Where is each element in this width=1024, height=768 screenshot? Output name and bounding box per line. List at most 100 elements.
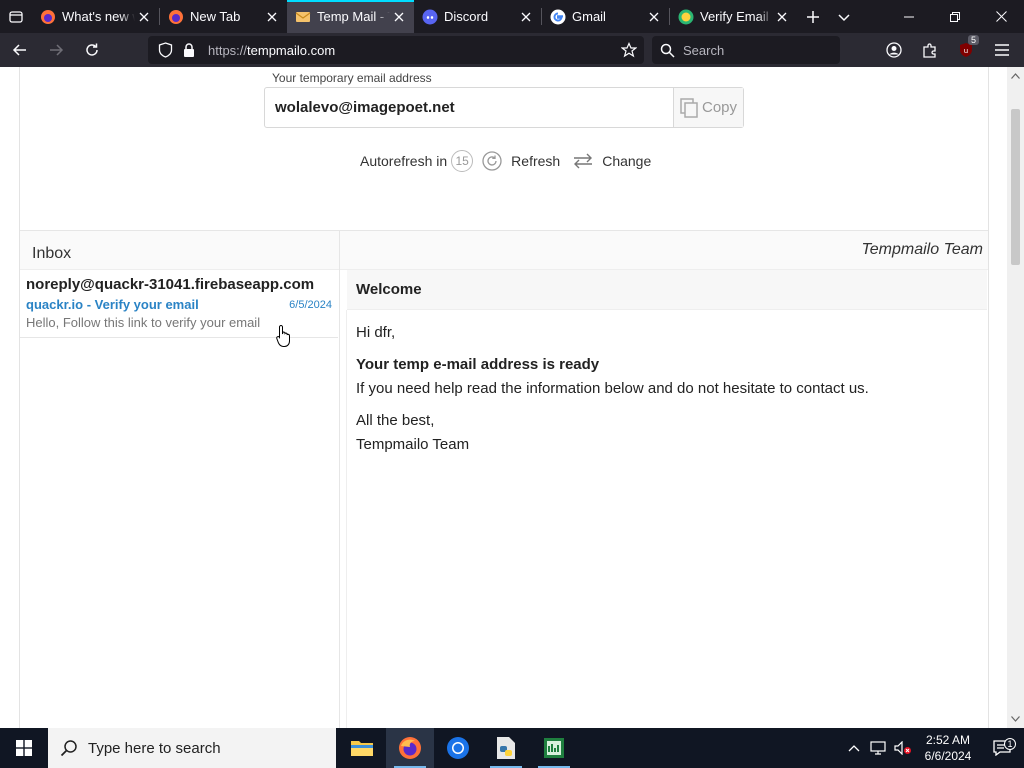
notification-count: 1 bbox=[1004, 738, 1016, 750]
close-tab-icon[interactable] bbox=[390, 8, 408, 26]
copy-icon bbox=[680, 97, 698, 118]
copy-button[interactable]: Copy bbox=[673, 88, 743, 127]
firefox-view-icon bbox=[9, 10, 23, 23]
reload-button[interactable] bbox=[76, 34, 108, 66]
search-bar[interactable]: Search bbox=[652, 36, 840, 64]
tab-strip: What's new with Firefox New Tab Temp Mai… bbox=[0, 0, 1024, 33]
system-tray: 2:52 AM 6/6/2024 1 bbox=[842, 728, 1024, 768]
action-center-button[interactable]: 1 bbox=[980, 738, 1024, 756]
extensions-button[interactable] bbox=[912, 33, 948, 67]
tab-title: What's new with Firefox bbox=[62, 9, 135, 24]
restore-button[interactable] bbox=[932, 0, 978, 33]
tab-new-tab[interactable]: New Tab bbox=[160, 0, 287, 33]
svg-text:u: u bbox=[964, 47, 968, 55]
show-hidden-icons-button[interactable] bbox=[842, 744, 866, 752]
tab-title: Verify Email | Quackr bbox=[700, 9, 773, 24]
change-button[interactable]: Change bbox=[572, 152, 651, 170]
app-menu-button[interactable] bbox=[984, 33, 1020, 67]
refresh-button[interactable]: Refresh bbox=[481, 150, 560, 172]
ublock-badge: 5 bbox=[967, 35, 979, 45]
taskbar-spreadsheet[interactable] bbox=[530, 728, 578, 768]
close-icon bbox=[995, 11, 1007, 22]
tab-verify-email[interactable]: Verify Email | Quackr bbox=[670, 0, 797, 33]
copy-label: Copy bbox=[701, 99, 738, 116]
envelope-icon bbox=[295, 9, 311, 25]
message-pane-border bbox=[346, 310, 347, 728]
close-tab-icon[interactable] bbox=[773, 8, 791, 26]
scrollbar-thumb[interactable] bbox=[1011, 109, 1020, 265]
ublock-button[interactable]: u 5 bbox=[948, 33, 984, 67]
url-text: https://tempmailo.com bbox=[208, 43, 614, 58]
back-button[interactable] bbox=[4, 34, 36, 66]
autorefresh-countdown: 15 bbox=[451, 150, 474, 172]
taskbar-search-box[interactable]: Type here to search bbox=[48, 728, 336, 768]
tab-discord[interactable]: Discord bbox=[414, 0, 541, 33]
lock-icon[interactable] bbox=[178, 42, 200, 58]
mail-subject: quackr.io - Verify your email bbox=[26, 297, 199, 312]
tab-gmail[interactable]: Gmail bbox=[542, 0, 669, 33]
refresh-label: Refresh bbox=[511, 153, 561, 169]
change-label: Change bbox=[602, 153, 652, 169]
tab-title: Temp Mail - Tempmailo bbox=[317, 9, 390, 24]
tab-whats-new[interactable]: What's new with Firefox bbox=[32, 0, 159, 33]
close-tab-icon[interactable] bbox=[135, 8, 153, 26]
python-file-icon bbox=[497, 737, 515, 759]
firefox-icon bbox=[40, 9, 56, 25]
mail-sender: noreply@quackr-31041.firebaseapp.com bbox=[26, 276, 315, 293]
account-button[interactable] bbox=[876, 33, 912, 67]
toolbar-right: u 5 bbox=[876, 33, 1020, 67]
refresh-icon bbox=[482, 151, 502, 171]
list-all-tabs-button[interactable] bbox=[829, 0, 859, 33]
account-icon bbox=[886, 42, 902, 58]
firefox-view-button[interactable] bbox=[0, 0, 32, 33]
tab-temp-mail[interactable]: Temp Mail - Tempmailo bbox=[287, 0, 414, 33]
message-subject: Welcome bbox=[347, 270, 987, 310]
address-bar[interactable]: https://tempmailo.com bbox=[148, 36, 644, 64]
volume-control[interactable] bbox=[890, 741, 916, 755]
minimize-icon bbox=[904, 16, 914, 17]
scroll-down-arrow-icon[interactable] bbox=[1007, 712, 1024, 726]
inbox-header-band bbox=[20, 230, 988, 270]
inbox-actions: Autorefresh in 15 Refresh Change bbox=[360, 149, 651, 173]
taskbar-python[interactable] bbox=[482, 728, 530, 768]
window-controls bbox=[886, 0, 1024, 33]
taskbar-search-placeholder: Type here to search bbox=[88, 739, 221, 757]
close-tab-icon[interactable] bbox=[517, 8, 535, 26]
start-button[interactable] bbox=[0, 728, 48, 768]
close-tab-icon[interactable] bbox=[645, 8, 663, 26]
url-host: tempmailo.com bbox=[247, 42, 336, 58]
taskbar-clock[interactable]: 2:52 AM 6/6/2024 bbox=[916, 732, 980, 764]
close-window-button[interactable] bbox=[978, 0, 1024, 33]
restore-icon bbox=[950, 11, 960, 22]
windows-taskbar: Type here to search 2:52 AM 6/6/2024 1 bbox=[0, 728, 1024, 768]
puzzle-icon bbox=[923, 43, 936, 58]
taskbar-firefox[interactable] bbox=[386, 728, 434, 768]
shield-icon[interactable] bbox=[152, 42, 178, 58]
message-headline: Your temp e-mail address is ready bbox=[356, 356, 600, 373]
chevron-down-icon bbox=[838, 13, 850, 21]
search-placeholder: Search bbox=[683, 42, 725, 58]
quackr-icon bbox=[678, 9, 694, 25]
email-address-field[interactable]: wolalevo@imagepoet.net bbox=[265, 88, 673, 127]
scroll-up-arrow-icon[interactable] bbox=[1007, 69, 1024, 83]
speaker-muted-icon bbox=[894, 741, 911, 755]
taskbar-file-explorer[interactable] bbox=[338, 728, 386, 768]
new-tab-button[interactable] bbox=[797, 0, 829, 33]
minimize-button[interactable] bbox=[886, 0, 932, 33]
tab-title: Gmail bbox=[572, 9, 606, 24]
chevron-up-icon bbox=[848, 745, 860, 752]
page-scrollbar[interactable] bbox=[1007, 67, 1024, 728]
network-status[interactable] bbox=[866, 741, 890, 755]
firefox-icon bbox=[168, 9, 184, 25]
bookmark-star-icon[interactable] bbox=[614, 42, 644, 58]
taskbar-chrome[interactable] bbox=[434, 728, 482, 768]
hand-cursor-icon bbox=[276, 324, 290, 347]
arrow-right-icon bbox=[50, 44, 64, 56]
discord-icon bbox=[422, 9, 438, 25]
folder-icon bbox=[351, 741, 373, 756]
inbox-title: Inbox bbox=[32, 245, 72, 262]
close-tab-icon[interactable] bbox=[263, 8, 281, 26]
header-signature: Tempmailo Team bbox=[861, 241, 983, 258]
plus-icon bbox=[807, 10, 819, 23]
forward-button[interactable] bbox=[40, 34, 72, 66]
